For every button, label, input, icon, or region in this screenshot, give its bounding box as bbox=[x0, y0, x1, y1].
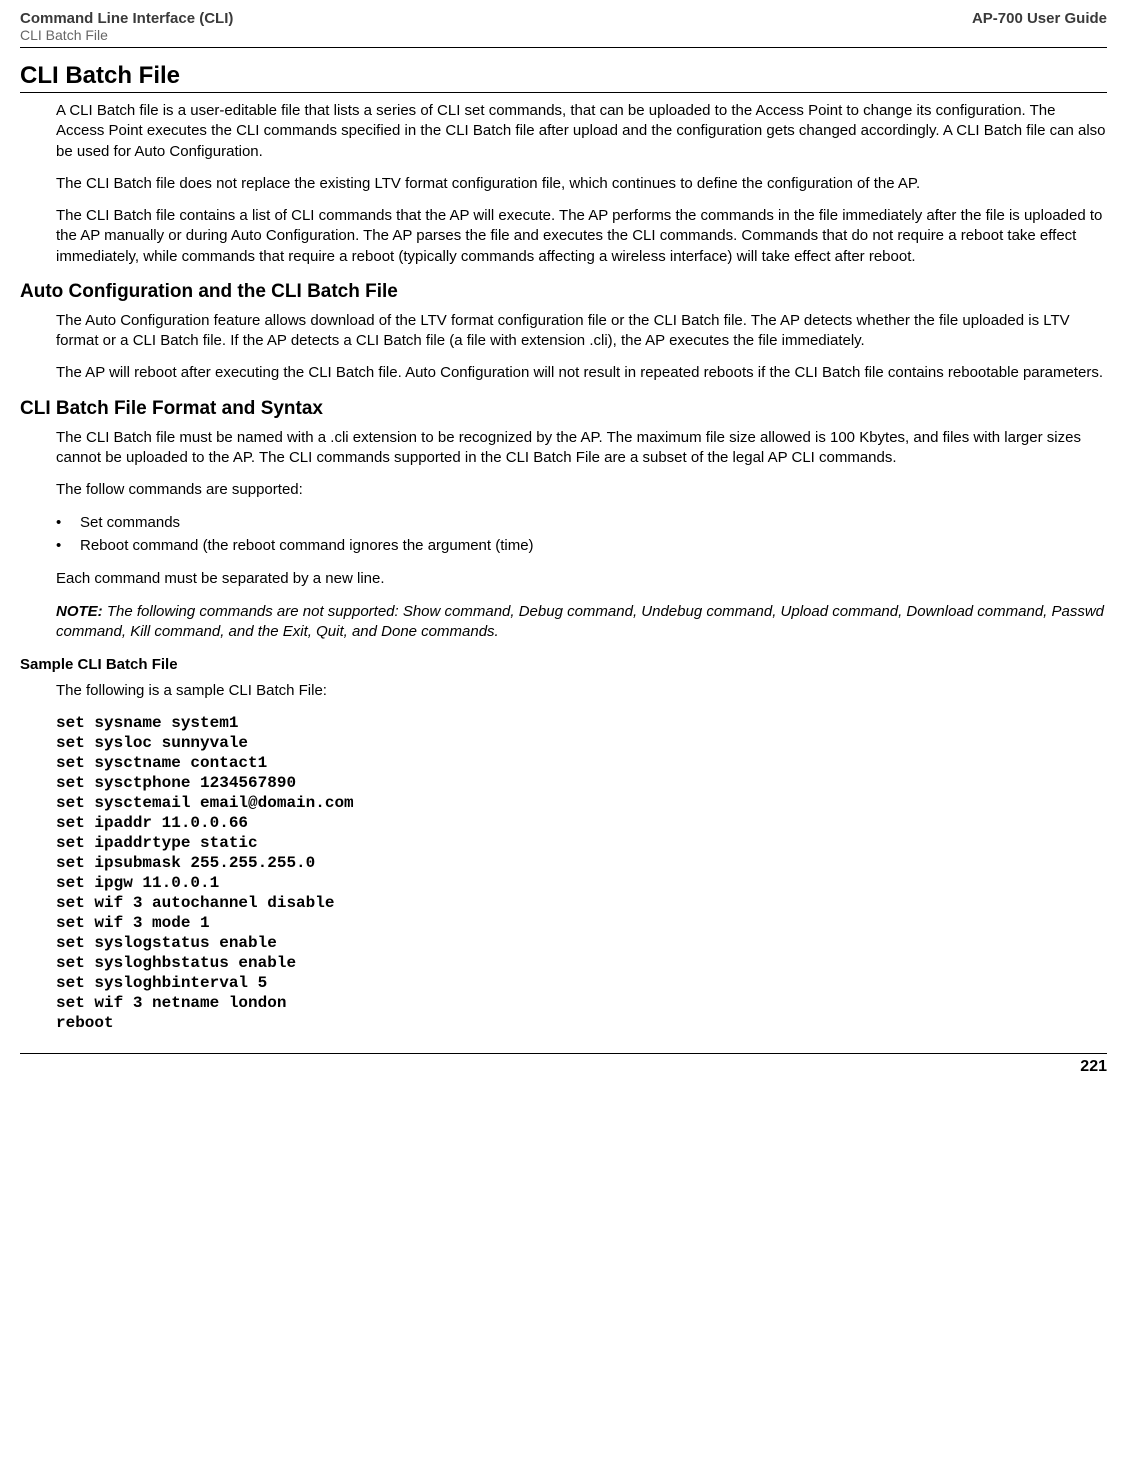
section-title: CLI Batch File bbox=[20, 62, 1107, 93]
list-item: • Set commands bbox=[56, 512, 1107, 535]
list-item-text: Reboot command (the reboot command ignor… bbox=[80, 535, 534, 558]
header-left: Command Line Interface (CLI) CLI Batch F… bbox=[20, 10, 233, 43]
paragraph: The following is a sample CLI Batch File… bbox=[56, 681, 1107, 701]
note-body: The following commands are not supported… bbox=[56, 603, 1104, 640]
list-item-text: Set commands bbox=[80, 512, 180, 535]
bullet-icon: • bbox=[56, 512, 80, 535]
header-right: AP-700 User Guide bbox=[972, 10, 1107, 27]
note: NOTE: The following commands are not sup… bbox=[56, 602, 1107, 643]
paragraph: The follow commands are supported: bbox=[56, 480, 1107, 500]
subsubsection-heading: Sample CLI Batch File bbox=[20, 656, 1107, 673]
bullet-list: • Set commands • Reboot command (the reb… bbox=[56, 512, 1107, 557]
code-block: set sysname system1 set sysloc sunnyvale… bbox=[56, 713, 1107, 1033]
bullet-icon: • bbox=[56, 535, 80, 558]
note-label: NOTE: bbox=[56, 603, 103, 620]
header-rule bbox=[20, 47, 1107, 48]
paragraph: The CLI Batch file contains a list of CL… bbox=[56, 206, 1107, 267]
paragraph: The AP will reboot after executing the C… bbox=[56, 363, 1107, 383]
page-number: 221 bbox=[20, 1054, 1107, 1076]
paragraph: The CLI Batch file does not replace the … bbox=[56, 174, 1107, 194]
paragraph: The Auto Configuration feature allows do… bbox=[56, 311, 1107, 352]
subsection-heading: Auto Configuration and the CLI Batch Fil… bbox=[20, 281, 1107, 303]
subsection-heading: CLI Batch File Format and Syntax bbox=[20, 398, 1107, 420]
paragraph: A CLI Batch file is a user-editable file… bbox=[56, 101, 1107, 162]
header-subtitle: CLI Batch File bbox=[20, 27, 233, 43]
paragraph: The CLI Batch file must be named with a … bbox=[56, 428, 1107, 469]
header-title: Command Line Interface (CLI) bbox=[20, 10, 233, 27]
paragraph: Each command must be separated by a new … bbox=[56, 569, 1107, 589]
list-item: • Reboot command (the reboot command ign… bbox=[56, 535, 1107, 558]
page-header: Command Line Interface (CLI) CLI Batch F… bbox=[20, 10, 1107, 47]
